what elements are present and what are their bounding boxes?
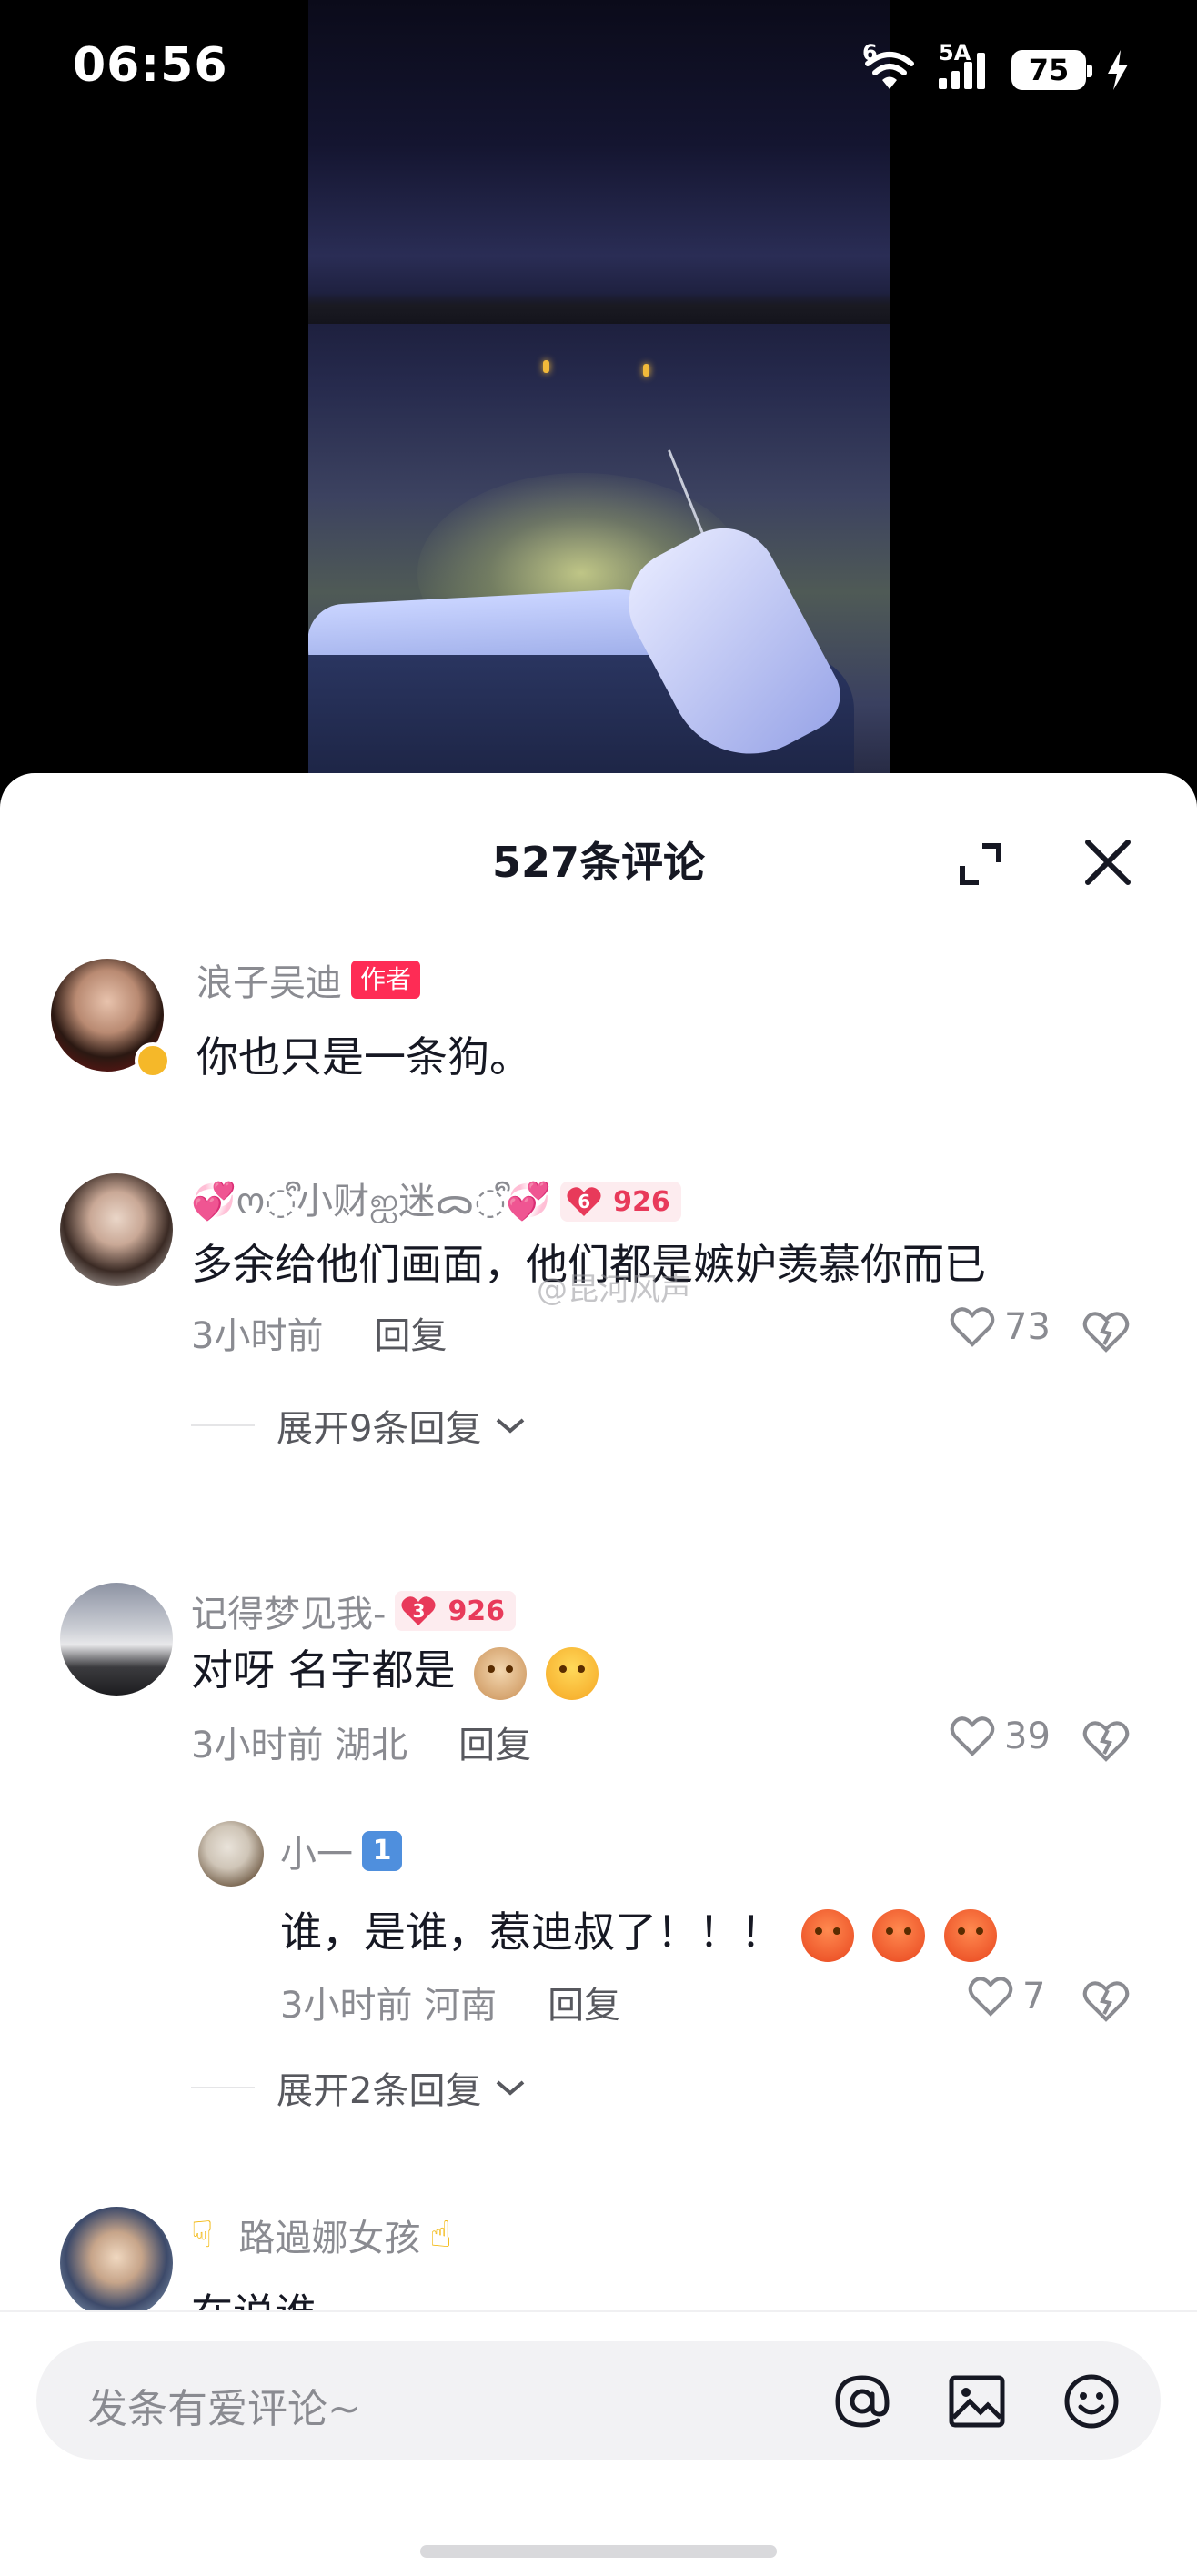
expand-replies-label: 展开9条回复 xyxy=(277,1408,482,1450)
username[interactable]: 记得梦见我- xyxy=(191,1585,386,1637)
comment-text-content: 谁，是谁，惹迪叔了！！！ xyxy=(280,1907,782,1957)
comment-item: 浪子吴迪 作者 你也只是一条狗。 xyxy=(0,955,1197,1119)
expand-replies-label: 展开2条回复 xyxy=(277,2070,482,2112)
watermark: @昆河风声 xyxy=(537,1272,691,1308)
cellular-indicator: 5A xyxy=(939,40,995,91)
author-badge: 作者 xyxy=(351,961,421,999)
video-light xyxy=(543,360,549,373)
dislike-icon[interactable] xyxy=(1082,1979,1130,2023)
comment-input[interactable]: 发条有爱评论~ xyxy=(36,2341,1161,2460)
close-icon xyxy=(1085,840,1131,885)
comment-time: 3小时前 xyxy=(191,1315,324,1357)
network-label: 5A xyxy=(939,40,971,65)
expand-replies-button[interactable]: 展开2条回复 xyxy=(191,2061,527,2114)
comment-count-title: 527条评论 xyxy=(491,838,706,887)
comment-input-bar: 发条有爱评论~ xyxy=(0,2310,1197,2576)
avatar[interactable] xyxy=(60,2207,173,2319)
fan-badge: 6 926 xyxy=(560,1182,681,1222)
comment-item: 💞ო◌ᩙ小财ஐ迷ᯅ◌ᩙ💞 6 926 多余给他们画面，他们都是嫉妒羡慕你而已 3… xyxy=(0,1173,1197,1464)
like-button[interactable]: 39 xyxy=(950,1716,1051,1757)
home-indicator[interactable] xyxy=(420,2545,777,2558)
emoji-icon[interactable] xyxy=(1059,2369,1124,2434)
username[interactable]: 路過娜女孩 xyxy=(238,2209,420,2261)
username[interactable]: 💞ო◌ᩙ小财ஐ迷ᯅ◌ᩙ💞 xyxy=(191,1172,551,1233)
image-icon[interactable] xyxy=(944,2369,1010,2434)
chevron-down-icon xyxy=(497,1418,525,1434)
heart-icon xyxy=(968,1977,1013,2017)
status-bar: 06:56 6 5A 75 xyxy=(0,0,1197,136)
fan-level: 6 xyxy=(578,1191,591,1213)
battery-indicator: 75 xyxy=(1011,50,1092,90)
like-button[interactable]: 7 xyxy=(968,1976,1045,2018)
comment-sheet: 527条评论 浪子吴迪 作者 你也只是一条狗。 💞ო◌ᩙ小财ஐ迷ᯅ◌ᩙ💞 6 9… xyxy=(0,773,1197,2576)
comment-time: 3小时前 河南 xyxy=(280,1985,498,2027)
comment-input-placeholder: 发条有爱评论~ xyxy=(87,2386,361,2432)
comment-meta: 3小时前 湖北 回复 xyxy=(191,1716,531,1768)
like-count: 7 xyxy=(1022,1976,1046,2018)
comment-time: 3小时前 湖北 xyxy=(191,1725,408,1766)
wifi-indicator: 6 xyxy=(862,40,917,91)
sheet-header: 527条评论 xyxy=(0,773,1197,955)
comment-item: 记得梦见我- 3 926 对呀 名字都是 3小时前 湖北 回复 39 小一 1 … xyxy=(0,1583,1197,2112)
point-down-emoji-icon: ☟ xyxy=(191,2214,214,2256)
creator-badge-icon xyxy=(135,1042,171,1079)
level-badge: 1 xyxy=(362,1831,402,1871)
expand-icon xyxy=(960,843,1001,885)
username[interactable]: 小一 xyxy=(280,1825,353,1877)
avatar[interactable] xyxy=(60,1173,173,1286)
status-time: 06:56 xyxy=(73,38,228,93)
at-icon[interactable] xyxy=(830,2369,895,2434)
reply-button[interactable]: 回复 xyxy=(458,1716,531,1768)
chevron-down-icon xyxy=(497,2080,525,2096)
heart-icon xyxy=(950,1307,995,1347)
heart-badge-icon: 3 xyxy=(400,1595,442,1627)
dislike-icon[interactable] xyxy=(1082,1310,1130,1353)
battery-level: 75 xyxy=(1028,53,1070,87)
charging-icon xyxy=(1108,50,1128,90)
like-count: 39 xyxy=(1004,1716,1051,1757)
angry-emoji-icon xyxy=(800,1908,854,1962)
expand-replies-button[interactable]: 展开9条回复 xyxy=(191,1399,527,1452)
comment-meta: 3小时前 回复 xyxy=(191,1306,447,1359)
like-button[interactable]: 73 xyxy=(950,1306,1051,1348)
username-row: 💞ო◌ᩙ小财ஐ迷ᯅ◌ᩙ💞 6 926 xyxy=(191,1177,681,1226)
point-up-emoji-icon: ☝ xyxy=(429,2214,452,2256)
grin-emoji-icon xyxy=(545,1646,598,1700)
comment-text: 谁，是谁，惹迪叔了！！！ xyxy=(280,1899,997,1962)
reply-button[interactable]: 回复 xyxy=(548,1976,620,2028)
dog-emoji-icon xyxy=(474,1646,528,1700)
status-icons: 6 5A 75 xyxy=(862,40,1128,93)
video-light xyxy=(643,364,649,377)
comment-meta: 3小时前 河南 回复 xyxy=(280,1976,620,2028)
fan-count: 926 xyxy=(613,1185,670,1218)
comment-text: 你也只是一条狗。 xyxy=(196,1032,531,1082)
username-row: 浪子吴迪 作者 xyxy=(196,953,421,1006)
divider-line xyxy=(191,1424,255,1426)
fan-badge: 3 926 xyxy=(395,1591,517,1631)
avatar[interactable] xyxy=(198,1821,264,1887)
close-button[interactable] xyxy=(1079,833,1137,891)
fan-level: 3 xyxy=(412,1600,426,1622)
comment-text-content: 对呀 名字都是 xyxy=(191,1645,456,1695)
fan-count: 926 xyxy=(448,1595,506,1627)
avatar[interactable] xyxy=(60,1583,173,1696)
expand-button[interactable] xyxy=(955,839,1006,890)
reply-button[interactable]: 回复 xyxy=(374,1306,447,1359)
comment-text: 对呀 名字都是 xyxy=(191,1637,598,1700)
divider-line xyxy=(191,2087,255,2088)
network-label: 6 xyxy=(862,40,878,65)
username-row: 记得梦见我- 3 926 xyxy=(191,1585,517,1637)
username[interactable]: 浪子吴迪 xyxy=(196,953,342,1006)
like-count: 73 xyxy=(1004,1306,1051,1348)
heart-badge-icon: 6 xyxy=(566,1185,608,1218)
video-horizon xyxy=(308,293,890,324)
angry-emoji-icon xyxy=(943,1908,997,1962)
dislike-icon[interactable] xyxy=(1082,1719,1130,1763)
angry-emoji-icon xyxy=(872,1908,926,1962)
username-row: ☟ 路過娜女孩 ☝ xyxy=(191,2210,452,2259)
username-row: 小一 1 xyxy=(280,1826,402,1876)
heart-icon xyxy=(950,1716,995,1756)
